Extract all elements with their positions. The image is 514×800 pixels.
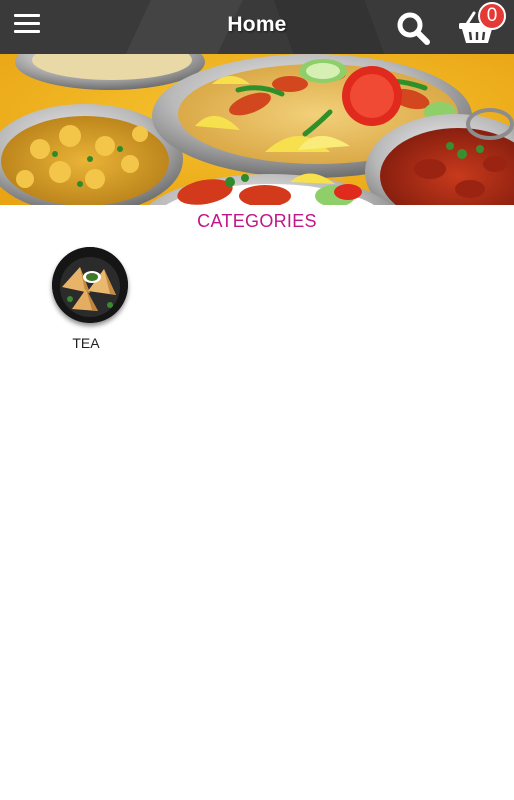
search-button[interactable] bbox=[396, 11, 432, 47]
banner-image bbox=[0, 54, 514, 205]
categories-heading: CATEGORIES bbox=[197, 211, 317, 231]
search-icon bbox=[397, 12, 430, 45]
samosa-plate-image bbox=[52, 247, 128, 323]
menu-button[interactable] bbox=[12, 12, 42, 36]
hamburger-menu-icon bbox=[14, 14, 40, 17]
category-thumbnail bbox=[52, 247, 128, 323]
category-item-tea[interactable]: TEA bbox=[44, 244, 128, 356]
hamburger-line bbox=[14, 30, 40, 33]
page-title: Home bbox=[227, 13, 287, 36]
hamburger-line bbox=[14, 22, 40, 25]
app-header: Home 0 bbox=[0, 0, 514, 54]
cart-count-badge: 0 bbox=[478, 2, 506, 30]
food-platter-illustration bbox=[0, 54, 514, 205]
category-label: TEA bbox=[72, 335, 100, 351]
